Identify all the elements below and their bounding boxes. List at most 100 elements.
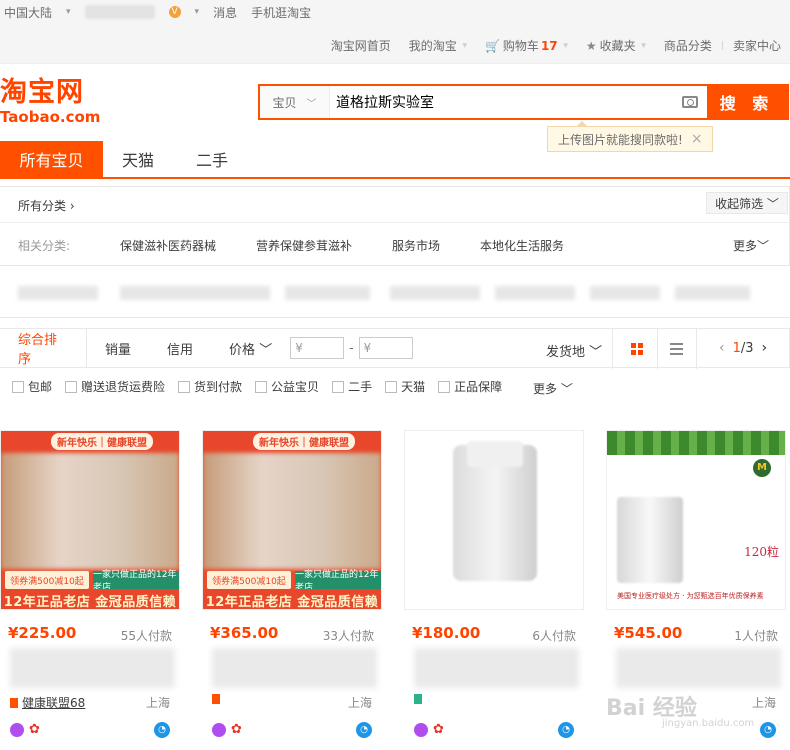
search-input[interactable] — [330, 86, 673, 118]
check-label: 正品保障 — [454, 380, 503, 394]
check-tmall[interactable]: 天猫 — [385, 378, 425, 395]
checkbox[interactable] — [438, 380, 451, 393]
all-categories-link[interactable]: 所有分类 › — [18, 197, 75, 214]
related-category-item[interactable]: 营养保健参茸滋补 — [256, 237, 352, 254]
sort-default[interactable]: 综合排序 — [0, 328, 87, 368]
home-link[interactable]: 淘宝网首页 — [322, 37, 400, 54]
search-scope-dropdown[interactable]: 宝贝 ﹀ — [260, 86, 330, 118]
related-categories-label: 相关分类: — [18, 239, 71, 253]
sort-sales[interactable]: 销量 — [87, 328, 149, 368]
chevron-down-icon: ▾ — [557, 40, 568, 51]
price-min-input[interactable]: ¥ — [290, 337, 345, 359]
prev-page-icon[interactable]: ‹ — [719, 340, 725, 356]
user-name-blurred[interactable] — [84, 5, 155, 19]
my-taobao-link[interactable]: 我的淘宝 ▾ — [400, 37, 476, 54]
check-label: 赠送退货运费险 — [81, 380, 166, 394]
search-button[interactable]: 搜 索 — [707, 86, 787, 118]
product-title-blurred[interactable] — [616, 648, 781, 688]
next-page-icon[interactable]: › — [762, 340, 768, 356]
shop-link[interactable] — [414, 694, 426, 704]
tab-tmall[interactable]: 天猫 — [103, 141, 173, 177]
my-taobao-label: 我的淘宝 — [408, 39, 457, 53]
messages-link[interactable]: 消息 — [213, 4, 237, 21]
tab-all[interactable]: 所有宝贝 — [0, 141, 103, 177]
grid-view-icon[interactable] — [631, 343, 643, 355]
product-title-blurred[interactable] — [414, 648, 579, 688]
product-card[interactable]: 新年快乐｜健康联盟 领券满500减10起 一家只做正品的12年老店 12年正品老… — [202, 430, 382, 750]
checkbox[interactable] — [385, 380, 398, 393]
check-free-shipping[interactable]: 包邮 — [12, 378, 52, 395]
checks-more-button[interactable]: 更多 ﹀ — [533, 380, 573, 397]
product-price: ¥365.00 — [210, 624, 279, 642]
related-category-item[interactable]: 本地化生活服务 — [480, 237, 564, 254]
checkbox[interactable] — [65, 380, 78, 393]
sort-credit[interactable]: 信用 — [149, 328, 211, 368]
product-badges: ✿ — [10, 722, 40, 737]
favorites-link[interactable]: ★ 收藏夹 ▾ — [577, 37, 655, 54]
product-title-blurred[interactable] — [10, 648, 175, 688]
check-genuine[interactable]: 正品保障 — [438, 378, 502, 395]
chevron-down-icon: ﹀ — [766, 196, 779, 211]
site-nav-right: 淘宝网首页 我的淘宝 ▾ 🛒 购物车 17 ▾ ★ 收藏夹 ▾ 商品分类 | 卖家中心 — [322, 37, 790, 54]
checkbox[interactable] — [12, 380, 24, 393]
check-charity[interactable]: 公益宝贝 — [255, 378, 319, 395]
related-more-button[interactable]: 更多﹀ — [733, 237, 769, 254]
product-card[interactable]: 新年快乐｜健康联盟 领券满500减10起 一家只做正品的12年老店 12年正品老… — [0, 430, 180, 750]
wangwang-chat-icon[interactable]: ◔ — [558, 722, 574, 738]
checkbox[interactable] — [178, 380, 191, 393]
categories-link[interactable]: 商品分类 — [655, 37, 721, 54]
ship-from-dropdown[interactable]: 发货地 ﹀ — [546, 341, 602, 360]
more-label: 更多 — [533, 382, 558, 396]
list-view-icon[interactable] — [670, 343, 683, 355]
shop-icon — [212, 694, 220, 704]
coupon-label: 领券满500减10起 — [207, 571, 291, 589]
page-current: 1 — [732, 340, 741, 356]
search-tabs: 所有宝贝 天猫 二手 — [0, 141, 790, 179]
price-max-input[interactable]: ¥ — [358, 337, 413, 359]
collapse-filter-button[interactable]: 收起筛选 ﹀ — [706, 192, 788, 214]
check-secondhand[interactable]: 二手 — [332, 378, 372, 395]
check-label: 天猫 — [401, 380, 426, 394]
checkbox[interactable] — [332, 380, 345, 393]
image-search-button[interactable] — [673, 86, 707, 118]
related-category-item[interactable]: 保健滋补医药器械 — [120, 237, 216, 254]
region-selector[interactable]: 中国大陆 — [4, 4, 52, 21]
product-location: 上海 — [751, 696, 776, 710]
cart-link[interactable]: 🛒 购物车 17 ▾ — [476, 37, 577, 54]
check-return-insurance[interactable]: 赠送退货运费险 — [65, 378, 165, 395]
pager: ‹ 1 /3 › — [711, 340, 775, 356]
search-scope-label: 宝贝 — [272, 95, 297, 110]
mobile-link[interactable]: 手机逛淘宝 — [251, 4, 311, 21]
ship-from-label: 发货地 — [546, 345, 586, 360]
wangwang-chat-icon[interactable]: ◔ — [356, 722, 372, 738]
taobao-logo[interactable]: 淘宝网 Taobao.com — [0, 78, 110, 127]
wangwang-chat-icon[interactable]: ◔ — [760, 722, 776, 738]
shop-link[interactable] — [212, 694, 224, 704]
chevron-down-icon: ﹀ — [756, 239, 769, 253]
flower-badge-icon: ✿ — [29, 722, 40, 737]
promo-bottom-band: 12年正品老店 金冠品质信赖 — [203, 589, 381, 609]
chevron-down-icon: ﹀ — [589, 345, 603, 360]
shop-link[interactable]: 健康联盟68 — [10, 694, 85, 711]
divider — [657, 329, 658, 369]
check-cod[interactable]: 货到付款 — [178, 378, 242, 395]
product-card[interactable]: ¥180.00 6人付款 ✿ ◔ — [404, 430, 584, 750]
checkbox[interactable] — [255, 380, 268, 393]
related-category-item[interactable]: 服务市场 — [392, 237, 440, 254]
chevron-down-icon: ▾ — [194, 7, 200, 17]
sort-price[interactable]: 价格 ﹀ — [211, 328, 290, 368]
product-image[interactable]: M 120粒 美国专业医疗级处方 · 为您甄选百年优质保养素 — [606, 430, 786, 610]
seller-center-link[interactable]: 卖家中心 — [724, 37, 790, 54]
product-image[interactable]: 新年快乐｜健康联盟 领券满500减10起 一家只做正品的12年老店 12年正品老… — [0, 430, 180, 610]
wangwang-chat-icon[interactable]: ◔ — [154, 722, 170, 738]
search-bar: 宝贝 ﹀ 搜 索 — [258, 84, 789, 120]
product-image[interactable]: 新年快乐｜健康联盟 领券满500减10起 一家只做正品的12年老店 12年正品老… — [202, 430, 382, 610]
tab-secondhand[interactable]: 二手 — [173, 141, 251, 177]
product-count-label: 120粒 — [744, 545, 779, 559]
promo-tag: 新年快乐｜健康联盟 — [51, 433, 153, 450]
product-title-blurred[interactable] — [212, 648, 377, 688]
product-image[interactable] — [404, 430, 584, 610]
product-photo-blurred — [617, 497, 683, 583]
vip-icon: V — [168, 6, 181, 18]
product-sold-count: 33人付款 — [322, 629, 374, 643]
